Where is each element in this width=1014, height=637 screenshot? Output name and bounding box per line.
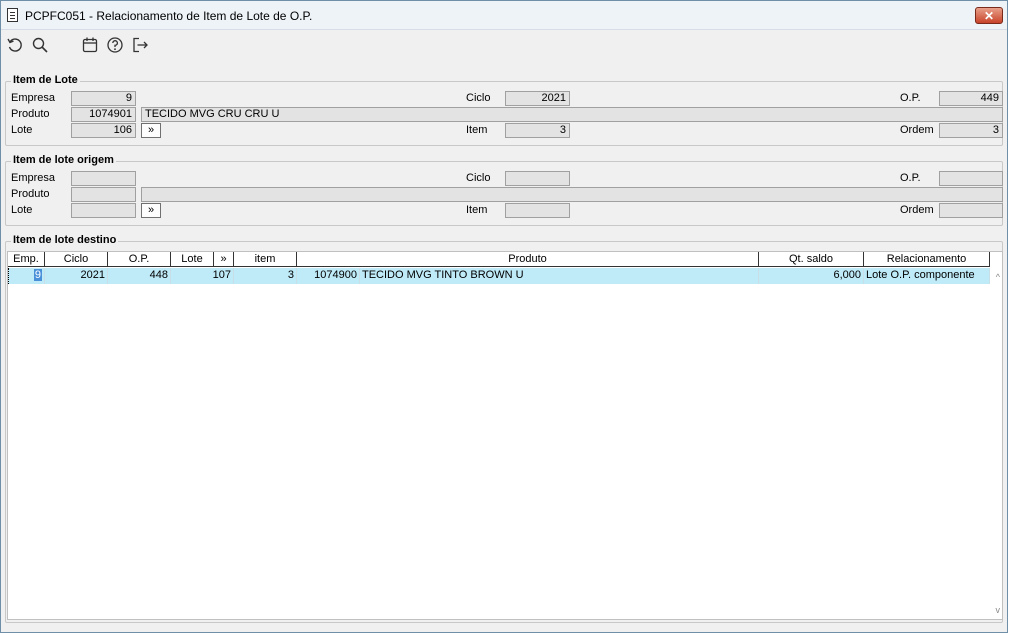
search-icon[interactable] <box>30 35 50 55</box>
window-title: PCPFC051 - Relacionamento de Item de Lot… <box>25 9 313 23</box>
col-ciclo-header[interactable]: Ciclo <box>45 252 108 267</box>
origem-item-label: Item <box>466 204 488 216</box>
origem-item-field[interactable] <box>505 203 570 218</box>
col-emp-header[interactable]: Emp. <box>8 252 45 267</box>
produto-code-field[interactable]: 1074901 <box>71 107 136 122</box>
cell-produto-code[interactable]: 1074900 <box>297 268 360 284</box>
scroll-down-icon[interactable]: v <box>996 605 1001 615</box>
origem-ciclo-label: Ciclo <box>466 172 491 184</box>
refresh-icon[interactable] <box>5 35 25 55</box>
cell-emp-value: 9 <box>33 269 42 281</box>
col-op-header[interactable]: O.P. <box>108 252 171 267</box>
origem-op-field[interactable] <box>939 171 1003 186</box>
document-icon <box>7 8 18 22</box>
cell-qt-saldo[interactable]: 6,000 <box>759 268 864 284</box>
close-button[interactable]: ✕ <box>975 7 1003 24</box>
cell-produto-desc[interactable]: TECIDO MVG TINTO BROWN U <box>360 268 759 284</box>
cell-item[interactable]: 3 <box>234 268 297 284</box>
col-item-header[interactable]: item <box>234 252 297 267</box>
ciclo-label: Ciclo <box>466 92 491 104</box>
origem-empresa-label: Empresa <box>11 172 56 184</box>
produto-desc-field[interactable]: TECIDO MVG CRU CRU U <box>141 107 1003 122</box>
lote-label: Lote <box>11 124 33 136</box>
col-arrow-header[interactable]: » <box>214 252 234 267</box>
lote-field[interactable]: 106 <box>71 123 136 138</box>
cell-op[interactable]: 448 <box>108 268 171 284</box>
lote-lookup-button[interactable]: » <box>141 123 161 138</box>
col-relacionamento-header[interactable]: Relacionamento <box>864 252 990 267</box>
origem-lote-label: Lote <box>11 204 33 216</box>
col-qt-saldo-header[interactable]: Qt. saldo <box>759 252 864 267</box>
origem-produto-desc-field[interactable] <box>141 187 1003 202</box>
item-lote-title: Item de Lote <box>11 74 80 86</box>
scroll-up-icon[interactable]: ^ <box>996 272 1000 282</box>
item-origem-title: Item de lote origem <box>11 154 116 166</box>
op-label: O.P. <box>900 92 921 104</box>
col-lote-header[interactable]: Lote <box>171 252 214 267</box>
ordem-label: Ordem <box>900 124 934 136</box>
calendar-icon[interactable] <box>80 35 100 55</box>
origem-lote-lookup-button[interactable]: » <box>141 203 161 218</box>
origem-ciclo-field[interactable] <box>505 171 570 186</box>
title-bar: PCPFC051 - Relacionamento de Item de Lot… <box>1 1 1007 30</box>
origem-empresa-field[interactable] <box>71 171 136 186</box>
empresa-field[interactable]: 9 <box>71 91 136 106</box>
item-label: Item <box>466 124 488 136</box>
origem-lote-field[interactable] <box>71 203 136 218</box>
ciclo-field[interactable]: 2021 <box>505 91 570 106</box>
cell-lote[interactable]: 107 <box>171 268 234 284</box>
ordem-field[interactable]: 3 <box>939 123 1003 138</box>
item-destino-title: Item de lote destino <box>11 234 119 246</box>
produto-label: Produto <box>11 108 50 120</box>
cell-relacionamento[interactable]: Lote O.P. componente <box>864 268 990 284</box>
empresa-label: Empresa <box>11 92 56 104</box>
destino-grid[interactable]: Emp. Ciclo O.P. Lote » item Produto Qt. … <box>7 251 1003 620</box>
col-produto-header[interactable]: Produto <box>297 252 759 267</box>
toolbar <box>1 30 1007 60</box>
origem-produto-code-field[interactable] <box>71 187 136 202</box>
item-field[interactable]: 3 <box>505 123 570 138</box>
cell-ciclo[interactable]: 2021 <box>45 268 108 284</box>
help-icon[interactable] <box>105 35 125 55</box>
cell-emp[interactable]: 9 <box>8 268 45 284</box>
exit-icon[interactable] <box>130 35 150 55</box>
origem-op-label: O.P. <box>900 172 921 184</box>
origem-ordem-label: Ordem <box>900 204 934 216</box>
main-window: PCPFC051 - Relacionamento de Item de Lot… <box>0 0 1008 633</box>
op-field[interactable]: 449 <box>939 91 1003 106</box>
origem-ordem-field[interactable] <box>939 203 1003 218</box>
origem-produto-label: Produto <box>11 188 50 200</box>
